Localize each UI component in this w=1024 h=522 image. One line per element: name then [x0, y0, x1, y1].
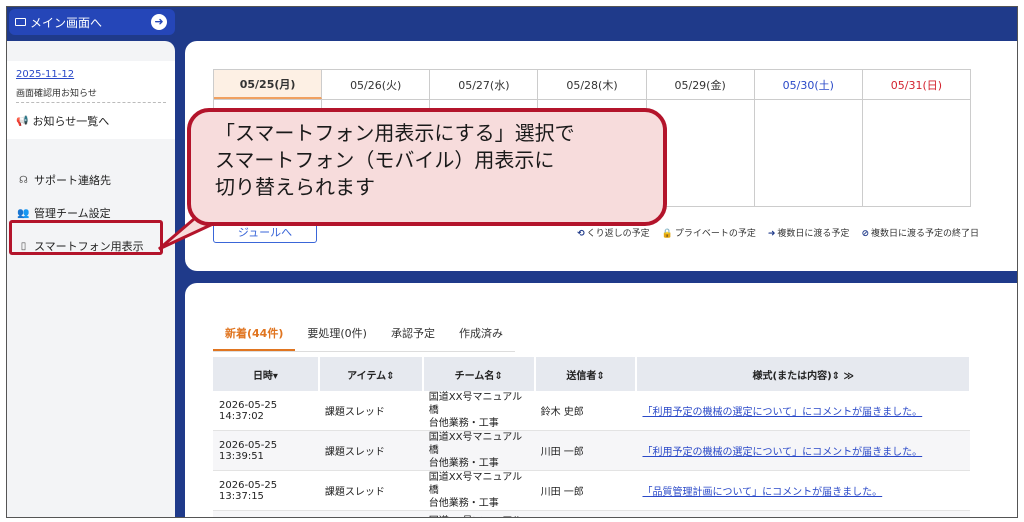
repeat-icon: ⟲: [577, 229, 585, 239]
legend-label: 複数日に渡る予定の終了日: [870, 229, 979, 239]
table-header: 日時▾ アイテム⇕ チーム名⇕ 送信者⇕ 様式(または内容)⇕ ≫: [213, 357, 971, 391]
sidebar: メイン画面へ ➜ 2025-11-12 画面確認用お知らせ 📢 お知らせ一覧へ …: [7, 7, 177, 517]
team-line: 国道XX号マニュアル橋: [428, 432, 523, 456]
cell-item: 課題スレッド: [318, 430, 423, 471]
cell-sender: 川田 一郎: [534, 430, 637, 471]
legend-label: 複数日に渡る予定: [777, 229, 850, 239]
calendar-day-header[interactable]: 05/31(日): [863, 70, 970, 99]
schedule-button-label: ジュールへ: [237, 226, 293, 239]
cell-team: 国道XX号マニュアル橋台他業務・工事: [422, 430, 535, 471]
calendar-day-header[interactable]: 05/26(火): [322, 70, 431, 99]
inbox-tab[interactable]: 承認予定: [379, 321, 447, 351]
lock-icon: 🔒: [661, 229, 673, 239]
cell-time: 2026-05-25 13:37:15: [213, 470, 319, 511]
cell-message: 「現地測量の資料確認」にコメントが届きました。: [636, 510, 970, 517]
callout-line: スマートフォン（モバイル）用表示に: [215, 148, 555, 172]
team-line: 台他業務・工事: [428, 418, 499, 429]
cell-time: 2026-05-25 13:39:51: [213, 430, 319, 471]
cell-sender: 鈴木 史郎: [534, 391, 637, 431]
inbox-tab[interactable]: 作成済み: [447, 321, 515, 351]
arrow-right-icon: ➜: [151, 14, 167, 30]
calendar-day-cell[interactable]: [863, 100, 970, 206]
legend-private: 🔒 プライベートの予定: [662, 226, 756, 239]
sidebar-item-label: 管理チーム設定: [34, 207, 111, 220]
message-link[interactable]: 「品質管理計画について」にコメントが届きました。: [642, 487, 882, 498]
calendar-day-header[interactable]: 05/28(木): [538, 70, 647, 99]
cell-sender: 川田 一郎: [534, 510, 637, 517]
divider: [16, 102, 166, 103]
cell-item: 課題スレッド: [318, 391, 423, 431]
callout-balloon: 「スマートフォン用表示にする」選択で スマートフォン（モバイル）用表示に 切り替…: [187, 108, 667, 226]
notice-list-label: お知らせ一覧へ: [32, 115, 110, 128]
headset-icon: ☊: [19, 174, 28, 186]
team-line: 国道XX号マニュアル橋: [429, 515, 529, 518]
team-line: 国道XX号マニュアル橋: [428, 392, 523, 416]
column-header[interactable]: アイテム⇕: [318, 357, 424, 391]
main-screen-label: メイン画面へ: [30, 15, 103, 30]
calendar-day-header[interactable]: 05/29(金): [647, 70, 755, 99]
app-window: メイン画面へ ➜ 2025-11-12 画面確認用お知らせ 📢 お知らせ一覧へ …: [6, 6, 1018, 518]
notice-box: 2025-11-12 画面確認用お知らせ 📢 お知らせ一覧へ: [7, 61, 175, 139]
monitor-icon: [15, 18, 26, 26]
legend-repeat: ⟲ くり返しの予定: [577, 226, 650, 239]
notice-text: 画面確認用お知らせ: [16, 89, 97, 99]
users-icon: 👥: [17, 207, 30, 219]
inbox-tab[interactable]: 新着(44件): [213, 321, 296, 351]
arrow-right-icon: ➜: [767, 229, 776, 239]
calendar-day-header[interactable]: 05/25(月): [214, 70, 323, 99]
callout-line: 切り替えられます: [215, 175, 375, 199]
inbox-tab[interactable]: 要処理(0件): [295, 321, 379, 351]
main-screen-button[interactable]: メイン画面へ ➜: [9, 9, 175, 35]
cell-team: 国道XX号マニュアル橋台他業務・工事: [422, 470, 535, 511]
smartphone-highlight: [9, 220, 163, 255]
sidebar-panel: 2025-11-12 画面確認用お知らせ 📢 お知らせ一覧へ ☊ サポート連絡先…: [7, 41, 175, 517]
cell-team: 国道XX号マニュアル橋台他業務・工事: [422, 391, 535, 431]
calendar-legend: ⟲ くり返しの予定 🔒 プライベートの予定 ➜ 複数日に渡る予定 ⊘ 複数日に渡る予定の…: [577, 226, 979, 239]
cell-item: 課題スレッド: [318, 510, 423, 517]
table-row[interactable]: 2026-05-25 14:37:02 課題スレッド 国道XX号マニュアル橋台他業務…: [213, 391, 970, 431]
cell-time: 2026-05-25 14:37:02: [213, 391, 319, 431]
cell-item: 課題スレッド: [318, 470, 423, 511]
team-line: 台他業務・工事: [428, 498, 499, 509]
sidebar-item-team[interactable]: 👥 管理チーム設定: [17, 205, 111, 221]
message-link[interactable]: 「利用予定の機械の選定について」にコメントが届きました。: [642, 447, 922, 458]
legend-multi-end: ⊘ 複数日に渡る予定の終了日: [861, 226, 979, 239]
sidebar-item-label: サポート連絡先: [34, 174, 111, 187]
sidebar-item-support[interactable]: ☊ サポート連絡先: [17, 172, 111, 188]
inbox-table: 日時▾ アイテム⇕ チーム名⇕ 送信者⇕ 様式(または内容)⇕ ≫ 2026-05-25…: [213, 357, 971, 518]
table-row[interactable]: 2026-05-25 13:39:51 課題スレッド 国道XX号マニュアル橋台他業務…: [213, 430, 970, 471]
table-row[interactable]: 2026-05-25 13:34:01課題スレッド国道XX号マニュアル橋 川田 一…: [213, 510, 970, 518]
column-header[interactable]: 様式(または内容)⇕ ≫: [636, 357, 971, 391]
cell-message: 「利用予定の機械の選定について」にコメントが届きました。: [636, 430, 970, 471]
calendar-day-header[interactable]: 05/30(土): [755, 70, 863, 99]
column-header[interactable]: 日時▾: [213, 357, 320, 391]
team-line: 台他業務・工事: [428, 458, 499, 469]
calendar-day-header[interactable]: 05/27(水): [430, 70, 539, 99]
column-header[interactable]: 送信者⇕: [534, 357, 638, 391]
ban-icon: ⊘: [861, 229, 869, 239]
cell-time: 2026-05-25 13:34:01: [213, 510, 319, 517]
megaphone-icon: 📢: [16, 115, 29, 127]
message-link[interactable]: 「利用予定の機械の選定について」にコメントが届きました。: [642, 407, 922, 418]
notice-list-link[interactable]: 📢 お知らせ一覧へ: [16, 113, 109, 129]
cell-message: 「利用予定の機械の選定について」にコメントが届きました。: [636, 391, 970, 431]
cell-sender: 川田 一郎: [534, 470, 637, 511]
table-body: 2026-05-25 14:37:02 課題スレッド 国道XX号マニュアル橋 台他業務…: [213, 391, 970, 518]
table-row[interactable]: 2026-05-25 13:37:15 課題スレッド 国道XX号マニュアル橋台他業務…: [213, 470, 970, 511]
inbox-tabs: 新着(44件) 要処理(0件) 承認予定 作成済み: [213, 321, 515, 352]
cell-team: 国道XX号マニュアル橋: [422, 510, 535, 518]
cell-message: 「品質管理計画について」にコメントが届きました。: [636, 470, 970, 511]
inbox-card: 新着(44件) 要処理(0件) 承認予定 作成済み 日時▾ アイテム⇕ チーム名⇕ 送信者⇕…: [185, 283, 1017, 518]
legend-label: プライベートの予定: [674, 229, 756, 239]
callout-line: 「スマートフォン用表示にする」選択で: [215, 121, 575, 145]
calendar-header: 05/25(月) 05/26(火) 05/27(水) 05/28(木) 05/29(金)…: [214, 70, 970, 100]
legend-label: くり返しの予定: [586, 229, 650, 239]
team-line: 国道XX号マニュアル橋: [428, 472, 523, 496]
legend-multi: ➜ 複数日に渡る予定: [768, 226, 850, 239]
column-header[interactable]: チーム名⇕: [422, 357, 536, 391]
calendar-day-cell[interactable]: [755, 100, 863, 206]
notice-date-link[interactable]: 2025-11-12: [16, 69, 74, 80]
